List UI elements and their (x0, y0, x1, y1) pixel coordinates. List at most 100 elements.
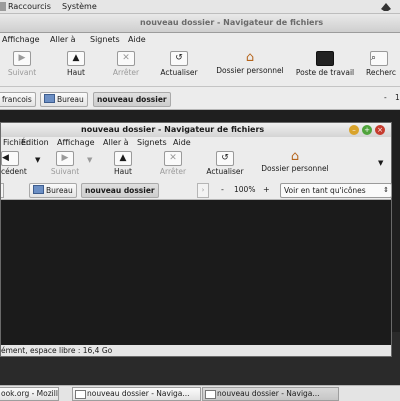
menu-affichage[interactable]: Affichage (2, 35, 40, 44)
menu-aide[interactable]: Aide (128, 35, 146, 44)
taskbar-item-browser[interactable]: ook.org - Mozill... (0, 387, 59, 401)
toolbar-overflow-icon[interactable]: ▼ (378, 159, 383, 167)
search-icon: ⌕ (370, 51, 388, 66)
minimize-icon[interactable]: – (349, 125, 359, 135)
front-file-browser-window: nouveau dossier - Navigateur de fichiers… (0, 122, 392, 357)
breadcrumb-label: francois (2, 95, 32, 104)
zoom-value-partial: 1 (395, 93, 400, 102)
menu-signets[interactable]: Signets (137, 138, 167, 147)
zoom-in-button[interactable]: + (263, 185, 270, 194)
window-icon (75, 390, 86, 399)
menu-bar: Affichage Aller à Signets Aide (0, 33, 400, 45)
breadcrumb-francois[interactable]: francois (0, 92, 36, 107)
menu-aller[interactable]: Aller à (103, 138, 129, 147)
view-mode-value: Voir en tant qu'icônes (284, 186, 366, 195)
title-bar[interactable]: nouveau dossier - Navigateur de fichiers… (1, 123, 391, 138)
chevron-updown-icon: ⇕ (383, 186, 389, 194)
menu-edition[interactable]: Édition (21, 138, 49, 147)
search-label: Recherc (366, 68, 397, 77)
taskbar-item-file-browser-2[interactable]: nouveau dossier - Naviga... (202, 387, 339, 401)
toolbar: ◀ cédent ▼ ▶ Suivant ▼ ▲ Haut ✕ Arrêter … (1, 149, 391, 182)
menu-affichage[interactable]: Affichage (57, 138, 95, 147)
location-bar: Bureau nouveau dossier › - 100% + Voir e… (1, 181, 392, 200)
toolbar: ▶ Suivant ▲ Haut ✕ Arrêter ↺ Actualiser … (0, 45, 400, 87)
home-button[interactable]: ⌂ Dossier personnel (257, 150, 333, 173)
refresh-icon: ↺ (216, 151, 234, 166)
refresh-icon: ↺ (170, 51, 188, 66)
up-label: Haut (114, 167, 132, 176)
menu-bar: Fichier Édition Affichage Aller à Signet… (1, 137, 391, 149)
forward-arrow-icon: ▶ (13, 51, 31, 66)
window-icon (205, 390, 216, 399)
file-view-area[interactable] (1, 200, 391, 344)
breadcrumb-scroll-right-icon[interactable]: › (197, 183, 209, 198)
title-bar[interactable]: nouveau dossier - Navigateur de fichiers (0, 14, 400, 33)
refresh-button[interactable]: ↺ Actualiser (156, 51, 202, 77)
up-button[interactable]: ▲ Haut (105, 151, 141, 176)
up-arrow-icon: ▲ (67, 51, 85, 66)
breadcrumb-bureau[interactable]: Bureau (40, 92, 88, 107)
panel-menu-raccourcis[interactable]: Raccourcis (8, 2, 51, 11)
stop-button[interactable]: ✕ Arrêter (155, 151, 191, 176)
home-icon: ⌂ (245, 50, 255, 65)
breadcrumb-label: nouveau dossier (97, 95, 167, 104)
forward-button[interactable]: ▶ Suivant (2, 51, 42, 77)
status-text: ément, espace libre : 16,4 Go (1, 346, 113, 355)
maximize-icon[interactable]: + (362, 125, 372, 135)
zoom-out-button[interactable]: - (221, 185, 224, 194)
forward-history-dropdown-icon[interactable]: ▼ (87, 156, 92, 164)
menu-signets[interactable]: Signets (90, 35, 120, 44)
window-title: nouveau dossier - Navigateur de fichiers (140, 18, 324, 27)
forward-button[interactable]: ▶ Suivant (47, 151, 83, 176)
refresh-label: Actualiser (160, 68, 198, 77)
taskbar-item-label: nouveau dossier - Naviga... (87, 389, 190, 398)
home-button[interactable]: ⌂ Dossier personnel (212, 51, 288, 75)
breadcrumb-label: Bureau (57, 95, 84, 104)
home-label: Dossier personnel (216, 66, 284, 75)
forward-label: Suivant (50, 167, 80, 176)
stop-button[interactable]: ✕ Arrêter (106, 51, 146, 77)
network-tray-icon[interactable] (380, 1, 392, 12)
breadcrumb-bureau[interactable]: Bureau (29, 183, 77, 198)
up-arrow-icon: ▲ (114, 151, 132, 166)
zoom-level: 100% (234, 185, 256, 194)
stop-label: Arrêter (159, 167, 187, 176)
search-button[interactable]: ⌕ Recherc (366, 51, 400, 77)
menu-aide[interactable]: Aide (173, 138, 191, 147)
taskbar: ook.org - Mozill... nouveau dossier - Na… (0, 385, 400, 401)
top-panel: Raccourcis Système (0, 0, 400, 14)
breadcrumb-scroll-left[interactable] (1, 183, 4, 198)
panel-menu-systeme[interactable]: Système (62, 2, 97, 11)
menu-icon[interactable] (0, 2, 6, 11)
computer-label: Poste de travail (295, 68, 355, 77)
back-label: cédent (1, 167, 27, 176)
taskbar-item-label: nouveau dossier - Naviga... (217, 389, 320, 398)
refresh-label: Actualiser (206, 167, 244, 176)
zoom-minus-partial[interactable]: - (384, 93, 387, 102)
back-button[interactable]: ◀ cédent (1, 151, 31, 176)
computer-button[interactable]: Poste de travail (290, 51, 360, 77)
stop-icon: ✕ (117, 51, 135, 66)
view-mode-select[interactable]: Voir en tant qu'icônes ⇕ (280, 183, 392, 198)
home-icon: ⌂ (290, 149, 300, 164)
refresh-button[interactable]: ↺ Actualiser (203, 151, 247, 176)
breadcrumb-label: nouveau dossier (85, 186, 155, 195)
breadcrumb-nouveau-dossier[interactable]: nouveau dossier (93, 92, 171, 107)
stop-label: Arrêter (112, 68, 140, 77)
home-label: Dossier personnel (261, 164, 329, 173)
forward-label: Suivant (7, 68, 37, 77)
menu-aller[interactable]: Aller à (50, 35, 76, 44)
desktop-icon (44, 94, 55, 103)
forward-arrow-icon: ▶ (56, 151, 74, 166)
up-button[interactable]: ▲ Haut (56, 51, 96, 77)
computer-icon (316, 51, 334, 66)
location-bar: francois Bureau nouveau dossier - 1 (0, 87, 400, 110)
stop-icon: ✕ (164, 151, 182, 166)
status-bar: ément, espace libre : 16,4 Go (1, 345, 391, 356)
taskbar-item-file-browser-1[interactable]: nouveau dossier - Naviga... (72, 387, 201, 401)
back-arrow-icon: ◀ (1, 151, 19, 166)
back-history-dropdown-icon[interactable]: ▼ (35, 156, 40, 164)
close-icon[interactable]: × (375, 125, 385, 135)
breadcrumb-label: Bureau (46, 186, 73, 195)
breadcrumb-nouveau-dossier[interactable]: nouveau dossier (81, 183, 159, 198)
